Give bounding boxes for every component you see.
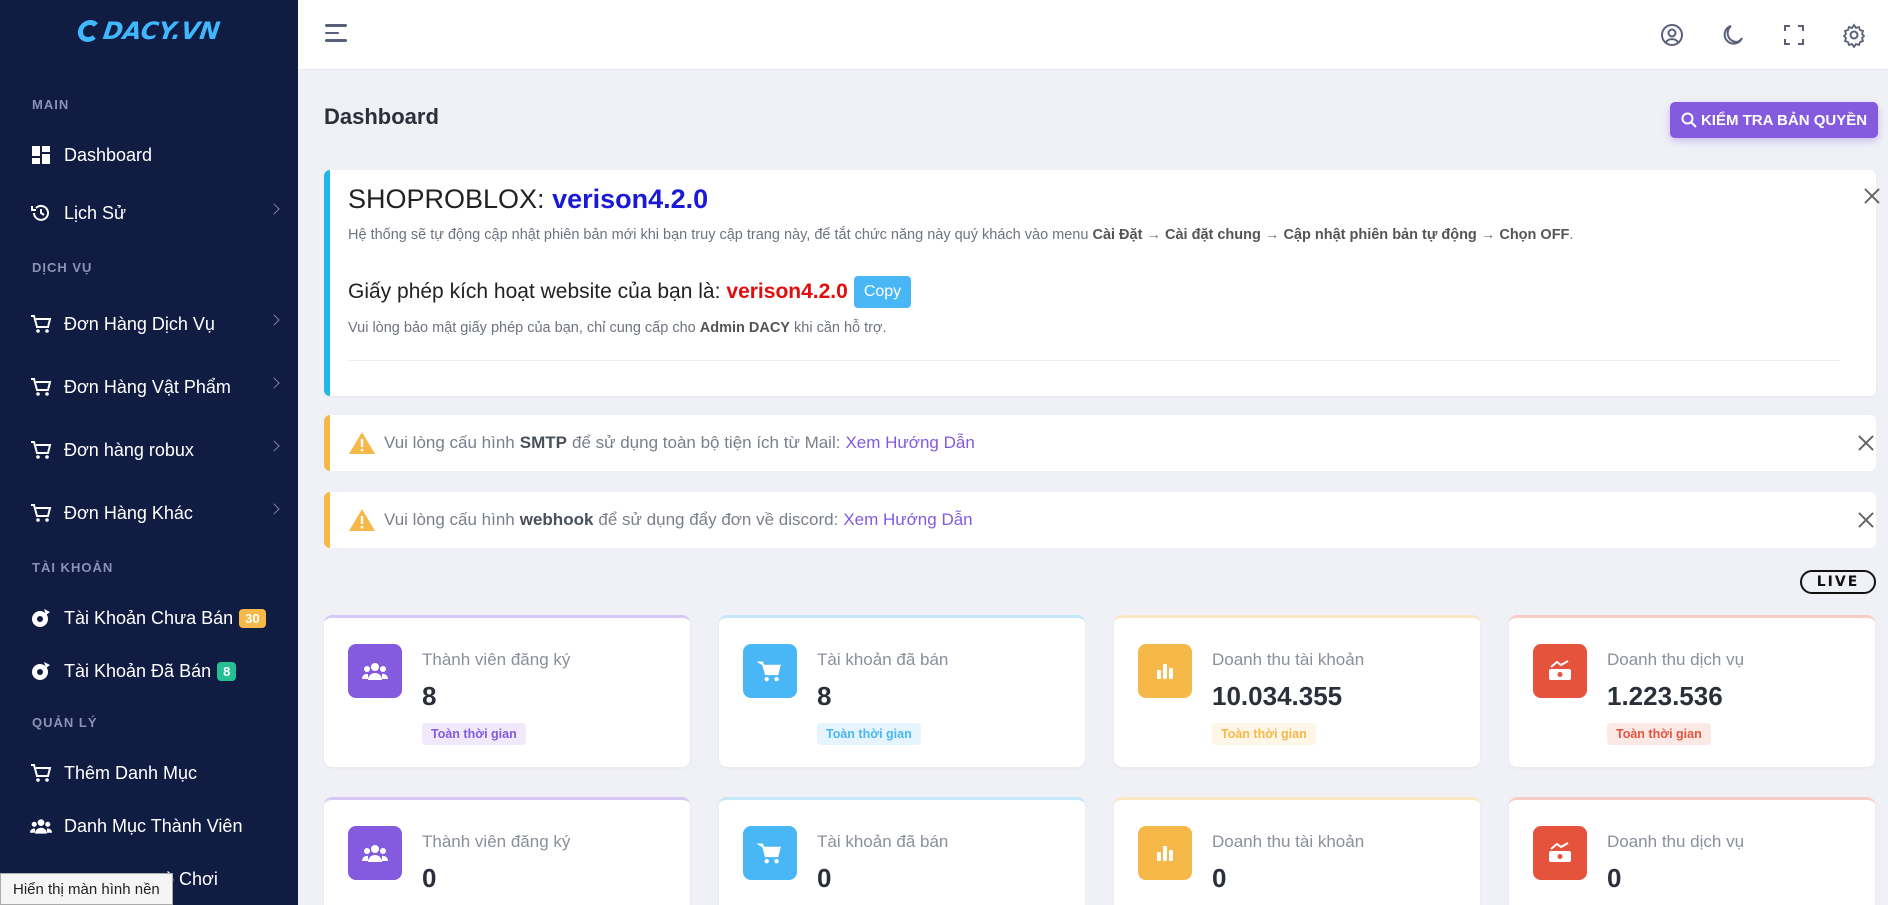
cart-icon	[30, 502, 52, 524]
stat-value: 8	[422, 681, 437, 711]
license-line: Giấy phép kích hoạt website của bạn là: …	[348, 276, 912, 308]
chevron-right-icon	[268, 314, 280, 326]
chevron-right-icon	[268, 203, 280, 215]
cart-icon	[743, 826, 797, 880]
users-icon	[30, 815, 52, 837]
webhook-guide-link[interactable]: Xem Hướng Dẫn	[843, 510, 972, 530]
bar-chart-icon	[1138, 826, 1192, 880]
chevron-right-icon	[268, 503, 280, 515]
cart-icon	[30, 762, 52, 784]
money-icon	[1533, 644, 1587, 698]
stat-card-service-revenue: Doanh thu dịch vụ 0	[1509, 797, 1875, 905]
gear-icon[interactable]	[1841, 22, 1867, 49]
stat-value: 1.223.536	[1607, 681, 1723, 711]
dashboard-icon	[30, 144, 52, 166]
sidebar-item-sold-accounts[interactable]: Tài Khoản Đã Bán 8	[0, 651, 298, 691]
auto-update-text: Hệ thống sẽ tự động cập nhật phiên bản m…	[348, 227, 1574, 243]
stat-value: 0	[1212, 863, 1227, 893]
cart-icon	[30, 376, 52, 398]
close-icon[interactable]	[1858, 512, 1874, 528]
stat-value: 0	[422, 863, 437, 893]
stat-value: 10.034.355	[1212, 681, 1343, 711]
stat-value: 8	[817, 681, 832, 711]
close-icon[interactable]	[1864, 188, 1880, 204]
topbar	[298, 0, 1888, 70]
stat-card-members: Thành viên đăng ký 8 Toàn thời gian	[324, 615, 690, 767]
stat-card-account-revenue: Doanh thu tài khoản 10.034.355 Toàn thời…	[1114, 615, 1480, 767]
stat-value: 0	[817, 863, 832, 893]
version-info-card: SHOPROBLOX: verison4.2.0 Hệ thống sẽ tự …	[324, 170, 1876, 396]
money-icon	[1533, 826, 1587, 880]
search-icon	[1681, 112, 1697, 128]
time-range-tag: Toàn thời gian	[1212, 723, 1316, 745]
cart-icon	[30, 313, 52, 335]
stat-card-sold-accounts: Tài khoản đã bán 8 Toàn thời gian	[719, 615, 1085, 767]
stat-card-service-revenue: Doanh thu dịch vụ 1.223.536 Toàn thời gi…	[1509, 615, 1875, 767]
copy-button[interactable]: Copy	[853, 276, 912, 308]
sidebar-item-add-category[interactable]: Thêm Danh Mục	[0, 753, 298, 793]
stat-card-members: Thành viên đăng ký 0	[324, 797, 690, 905]
users-icon	[348, 644, 402, 698]
fullscreen-icon[interactable]	[1781, 22, 1807, 48]
stat-card-sold-accounts: Tài khoản đã bán 0	[719, 797, 1085, 905]
show-desktop-tooltip: Hiển thị màn hình nền	[0, 873, 173, 905]
sidebar-item-unsold-accounts[interactable]: Tài Khoản Chưa Bán 30	[0, 598, 298, 638]
warning-icon	[349, 432, 375, 454]
unsold-count-badge: 30	[239, 608, 266, 628]
sidebar: DACY.VN MAIN Dashboard Lịch Sử DỊCH VỤ Đ…	[0, 0, 298, 905]
stat-card-account-revenue: Doanh thu tài khoản 0	[1114, 797, 1480, 905]
license-value: verison4.2.0	[726, 280, 848, 303]
check-license-button[interactable]: KIỂM TRA BẢN QUYỀN	[1670, 102, 1878, 138]
account-icon	[30, 660, 52, 682]
section-main: MAIN	[32, 97, 70, 112]
sold-count-badge: 8	[217, 661, 237, 681]
time-range-tag: Toàn thời gian	[422, 723, 526, 745]
license-note: Vui lòng bảo mật giấy phép của bạn, chỉ …	[348, 320, 887, 336]
users-icon	[348, 826, 402, 880]
live-badge: LIVE	[1800, 570, 1876, 594]
chevron-right-icon	[268, 440, 280, 452]
section-accounts: TÀI KHOẢN	[32, 560, 114, 575]
webhook-alert: Vui lòng cấu hình webhook để sử dụng đẩy đ…	[324, 492, 1876, 548]
version-title: SHOPROBLOX: verison4.2.0	[348, 184, 709, 214]
close-icon[interactable]	[1858, 435, 1874, 451]
sidebar-item-history[interactable]: Lịch Sử	[0, 193, 298, 233]
main-content: Dashboard KIỂM TRA BẢN QUYỀN SHOPROBLOX:…	[298, 70, 1888, 905]
logo-icon	[76, 20, 102, 42]
sidebar-item-item-orders[interactable]: Đơn Hàng Vật Phẩm	[0, 367, 298, 407]
bar-chart-icon	[1138, 644, 1192, 698]
sidebar-item-other-orders[interactable]: Đơn Hàng Khác	[0, 493, 298, 533]
history-icon	[30, 202, 52, 224]
menu-toggle-icon[interactable]	[325, 24, 347, 44]
section-services: DỊCH VỤ	[32, 260, 93, 275]
user-profile-icon[interactable]	[1659, 22, 1685, 48]
cart-icon	[30, 439, 52, 461]
chevron-right-icon	[268, 377, 280, 389]
time-range-tag: Toàn thời gian	[817, 723, 921, 745]
sidebar-item-robux-orders[interactable]: Đơn hàng robux	[0, 430, 298, 470]
cart-icon	[743, 644, 797, 698]
logo[interactable]: DACY.VN	[0, 0, 298, 62]
sidebar-item-service-orders[interactable]: Đơn Hàng Dịch Vụ	[0, 304, 298, 344]
sidebar-item-member-category[interactable]: Danh Mục Thành Viên	[0, 806, 298, 846]
smtp-alert: Vui lòng cấu hình SMTP để sử dụng toàn bộ …	[324, 415, 1876, 471]
warning-icon	[349, 509, 375, 531]
section-manage: QUẢN LÝ	[32, 715, 98, 730]
sidebar-item-dashboard[interactable]: Dashboard	[0, 135, 298, 175]
smtp-guide-link[interactable]: Xem Hướng Dẫn	[845, 433, 974, 453]
divider	[348, 360, 1840, 361]
moon-icon[interactable]	[1720, 22, 1746, 48]
account-icon	[30, 607, 52, 629]
page-title: Dashboard	[324, 104, 439, 129]
stat-value: 0	[1607, 863, 1622, 893]
time-range-tag: Toàn thời gian	[1607, 723, 1711, 745]
